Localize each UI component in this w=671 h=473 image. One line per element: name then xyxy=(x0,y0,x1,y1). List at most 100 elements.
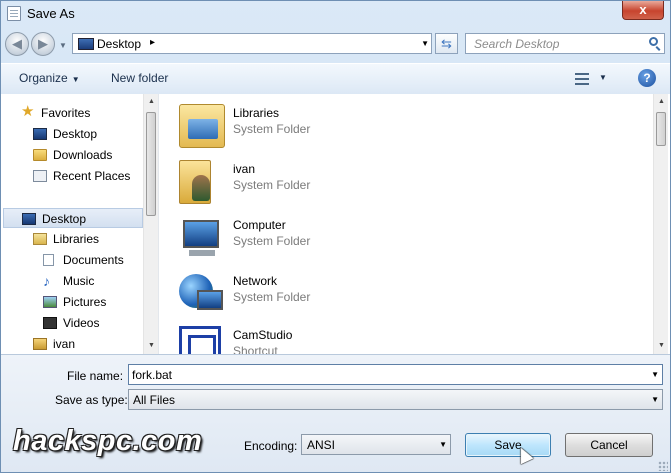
save-as-type-value: All Files xyxy=(133,393,176,407)
recent-places-icon xyxy=(33,170,47,182)
camstudio-icon xyxy=(179,326,221,354)
chevron-down-icon: ▼ xyxy=(651,395,659,404)
nav-item-documents[interactable]: Documents xyxy=(43,250,141,270)
nav-item-videos[interactable]: Videos xyxy=(43,313,141,333)
back-button[interactable]: ◀ xyxy=(5,32,29,56)
file-name: Computer xyxy=(233,218,286,232)
save-button[interactable]: Save xyxy=(465,433,551,457)
forward-button[interactable]: ▶ xyxy=(31,32,55,56)
scroll-up-icon[interactable]: ▲ xyxy=(148,98,155,105)
cancel-button[interactable]: Cancel xyxy=(565,433,653,457)
help-button[interactable]: ? xyxy=(638,69,656,87)
nav-item-recent-places[interactable]: Recent Places xyxy=(33,166,141,186)
save-as-type-select[interactable]: All Files ▼ xyxy=(128,389,663,410)
star-icon: ★ xyxy=(21,103,35,120)
encoding-select[interactable]: ANSI ▼ xyxy=(301,434,451,455)
resize-grip[interactable] xyxy=(658,461,668,471)
file-list-scroll-thumb[interactable] xyxy=(656,112,666,146)
network-icon xyxy=(179,272,225,316)
desktop-icon xyxy=(22,213,36,225)
chevron-down-icon: ▼ xyxy=(439,440,447,449)
desktop-icon xyxy=(78,38,94,50)
recent-locations-dropdown[interactable]: ▼ xyxy=(59,41,67,50)
breadcrumb-desktop[interactable]: Desktop xyxy=(97,37,141,51)
computer-icon xyxy=(179,216,225,260)
videos-icon xyxy=(43,317,57,329)
music-icon: ♪ xyxy=(43,273,50,289)
save-as-type-label: Save as type: xyxy=(55,393,128,407)
refresh-button[interactable]: ⇆ xyxy=(435,33,458,54)
file-name-input[interactable] xyxy=(129,365,642,384)
organize-button[interactable]: Organize ▼ xyxy=(19,71,80,85)
file-type: Shortcut xyxy=(233,344,278,354)
list-item[interactable]: Computer System Folder xyxy=(179,212,479,262)
file-name: Libraries xyxy=(233,106,280,120)
encoding-label: Encoding: xyxy=(244,439,298,453)
scroll-down-icon[interactable]: ▼ xyxy=(148,342,155,349)
chevron-down-icon: ▼ xyxy=(421,39,429,48)
nav-item-music[interactable]: ♪ Music xyxy=(43,271,141,291)
new-folder-button[interactable]: New folder xyxy=(111,71,168,85)
nav-item-libraries[interactable]: Libraries xyxy=(33,229,141,249)
file-list-scrollbar[interactable]: ▲ ▼ xyxy=(653,94,668,354)
nav-pane-scrollbar[interactable]: ▲ ▼ xyxy=(143,94,158,354)
search-input[interactable] xyxy=(466,34,649,53)
command-bar: Organize ▼ New folder ▼ ? xyxy=(1,63,670,95)
libraries-icon xyxy=(33,233,47,245)
address-row: ◀ ▶ ▼ Desktop ▸ ▼ ⇆ xyxy=(1,29,670,59)
chevron-down-icon: ▼ xyxy=(71,75,80,84)
file-name: Network xyxy=(233,274,278,288)
list-item[interactable]: Libraries System Folder xyxy=(179,100,479,150)
scroll-down-icon[interactable]: ▼ xyxy=(658,342,665,349)
documents-icon xyxy=(43,254,54,266)
desktop-icon xyxy=(33,128,47,140)
search-box[interactable] xyxy=(465,33,665,54)
close-button[interactable]: x xyxy=(622,1,664,20)
view-options-icon[interactable] xyxy=(575,72,589,86)
file-name: ivan xyxy=(233,162,256,176)
organize-label: Organize xyxy=(19,71,68,85)
encoding-value: ANSI xyxy=(307,438,336,452)
file-type: System Folder xyxy=(233,234,311,248)
file-type: System Folder xyxy=(233,122,311,136)
refresh-icon: ⇆ xyxy=(441,36,452,51)
list-item[interactable]: ivan System Folder xyxy=(179,156,479,206)
address-bar[interactable]: Desktop ▸ ▼ xyxy=(72,33,432,54)
list-item[interactable]: CamStudio Shortcut xyxy=(179,322,479,354)
save-as-dialog: Save As x ◀ ▶ ▼ Desktop ▸ ▼ ⇆ Organize▼ … xyxy=(0,0,671,473)
nav-item-downloads[interactable]: Downloads xyxy=(33,145,141,165)
title-bar[interactable]: Save As x xyxy=(1,1,670,27)
view-dropdown[interactable]: ▼ xyxy=(599,73,607,82)
document-icon xyxy=(7,6,21,21)
nav-item-pictures[interactable]: Pictures xyxy=(43,292,141,312)
list-item[interactable]: Network System Folder xyxy=(179,268,479,318)
scroll-up-icon[interactable]: ▲ xyxy=(658,98,665,105)
nav-item-desktop-favorite[interactable]: Desktop xyxy=(33,124,141,144)
search-icon[interactable] xyxy=(649,37,658,46)
nav-item-favorites[interactable]: ★ Favorites xyxy=(21,103,141,123)
window-title: Save As xyxy=(27,6,75,21)
nav-item-desktop[interactable]: Desktop xyxy=(3,208,143,228)
file-name: CamStudio xyxy=(233,328,293,342)
breadcrumb-separator[interactable]: ▸ xyxy=(150,37,155,48)
file-type: System Folder xyxy=(233,178,311,192)
chevron-down-icon: ▼ xyxy=(599,73,607,82)
navigation-pane: ★ Favorites Desktop Downloads Recent Pla… xyxy=(1,94,159,354)
user-folder-icon xyxy=(179,160,211,204)
downloads-folder-icon xyxy=(33,149,47,161)
watermark: hackspc.com xyxy=(13,425,203,457)
file-name-label: File name: xyxy=(67,369,124,383)
nav-scroll-thumb[interactable] xyxy=(146,112,156,216)
browser-area: ★ Favorites Desktop Downloads Recent Pla… xyxy=(1,94,670,354)
chevron-down-icon[interactable]: ▼ xyxy=(651,370,659,379)
user-folder-icon xyxy=(33,338,47,350)
file-type: System Folder xyxy=(233,290,311,304)
pictures-icon xyxy=(43,296,57,308)
address-dropdown[interactable]: ▼ xyxy=(421,39,429,48)
file-list: Libraries System Folder ivan System Fold… xyxy=(161,94,655,354)
file-name-combobox[interactable]: ▼ xyxy=(128,364,663,385)
save-form: File name: ▼ Save as type: All Files ▼ h… xyxy=(1,354,670,472)
arrow-left-icon: ◀ xyxy=(12,36,22,51)
chevron-down-icon: ▼ xyxy=(59,41,67,50)
nav-item-ivan[interactable]: ivan xyxy=(33,334,141,354)
